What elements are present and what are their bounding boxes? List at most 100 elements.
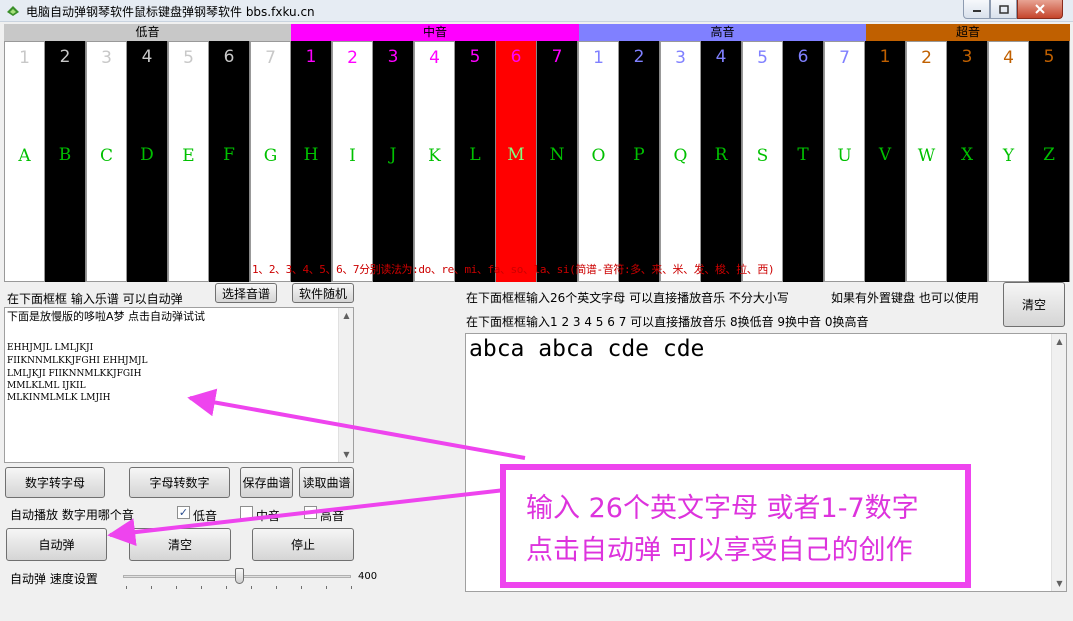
- piano-key-b[interactable]: 2B: [45, 41, 86, 282]
- high-checkbox[interactable]: [304, 506, 317, 519]
- load-score-button[interactable]: 读取曲谱: [299, 467, 354, 498]
- key-number: 2: [59, 47, 71, 67]
- piano-key-t[interactable]: 6T: [783, 41, 824, 282]
- app-icon: [7, 6, 19, 16]
- piano-key-r[interactable]: 4R: [701, 41, 742, 282]
- key-number: 2: [633, 47, 645, 67]
- mid-checkbox[interactable]: [240, 506, 253, 519]
- piano-key-s[interactable]: 5S: [742, 41, 783, 282]
- num-to-letter-button[interactable]: 数字转字母: [5, 467, 105, 498]
- piano-key-z[interactable]: 5Z: [1029, 41, 1070, 282]
- section-label-super: 超音: [866, 24, 1070, 41]
- key-letter: U: [837, 146, 852, 166]
- solfege-note: 1、2、3、4、5、6、7分别读法为:do、re、mi、fa、so、la、si(…: [252, 263, 775, 276]
- stop-button[interactable]: 停止: [252, 528, 354, 561]
- piano-key-j[interactable]: 3J: [373, 41, 414, 282]
- score-editor[interactable]: 下面是放慢版的哆啦A梦 点击自动弹试试 EHHJMJL LMLJKJI FIIK…: [4, 307, 354, 463]
- piano-key-w[interactable]: 2W: [906, 41, 947, 282]
- editor-line: LMLJKJI FIIKNNMLKKJFGIH: [7, 369, 142, 379]
- piano-key-y[interactable]: 4Y: [988, 41, 1029, 282]
- slider-tick: [151, 586, 152, 589]
- key-letter: D: [140, 145, 154, 165]
- piano-key-o[interactable]: 1O: [578, 41, 619, 282]
- maximize-button[interactable]: [990, 0, 1017, 19]
- scroll-up-icon[interactable]: ▲: [1052, 334, 1067, 349]
- piano-key-g[interactable]: 7G: [250, 41, 291, 282]
- slider-tick: [326, 586, 327, 589]
- piano-key-q[interactable]: 3Q: [660, 41, 701, 282]
- minimize-button[interactable]: [963, 0, 990, 19]
- key-letter: C: [99, 146, 113, 166]
- key-number: 5: [757, 48, 768, 68]
- live-editor-scrollbar[interactable]: ▲ ▼: [1051, 334, 1066, 591]
- piano-key-f[interactable]: 6F: [209, 41, 250, 282]
- key-letter: X: [960, 145, 974, 165]
- close-icon: [1035, 4, 1045, 14]
- key-number: 1: [593, 48, 604, 68]
- key-letter: P: [633, 145, 645, 165]
- scroll-up-icon[interactable]: ▲: [339, 308, 354, 323]
- editor-line: MMLKLML IJKIL: [7, 381, 86, 391]
- live-input-text: abca abca cde cde: [469, 336, 705, 362]
- autoplay-note-label: 自动播放 数字用哪个音: [10, 508, 134, 522]
- number-hint: 在下面框框输入1 2 3 4 5 6 7 可以直接播放音乐 8换低音 9换中音 …: [466, 315, 869, 329]
- editor-scrollbar[interactable]: ▲ ▼: [338, 308, 353, 462]
- key-number: 1: [305, 47, 317, 67]
- piano-key-a[interactable]: 1A: [4, 41, 45, 282]
- low-checkbox-label: 低音: [193, 509, 218, 523]
- piano-key-n[interactable]: 7N: [537, 41, 578, 282]
- external-keyboard-hint: 如果有外置键盘 也可以使用: [831, 291, 979, 305]
- piano-key-i[interactable]: 2I: [332, 41, 373, 282]
- piano-key-p[interactable]: 2P: [619, 41, 660, 282]
- speed-slider-thumb[interactable]: [235, 568, 245, 584]
- select-score-button[interactable]: 选择音谱: [215, 283, 277, 303]
- scroll-down-icon[interactable]: ▼: [339, 447, 354, 462]
- slider-tick: [301, 586, 302, 589]
- clear-right-button[interactable]: 清空: [1003, 282, 1065, 327]
- callout-line-2: 点击自动弹 可以享受自己的创作: [526, 535, 913, 566]
- piano-key-k[interactable]: 4K: [414, 41, 455, 282]
- piano-key-h[interactable]: 1H: [291, 41, 332, 282]
- piano-key-c[interactable]: 3C: [86, 41, 127, 282]
- key-letter: S: [756, 146, 769, 166]
- close-button[interactable]: [1017, 0, 1063, 19]
- random-button[interactable]: 软件随机: [292, 283, 354, 303]
- high-checkbox-label: 高音: [320, 509, 345, 523]
- speed-label: 自动弹 速度设置: [10, 572, 98, 586]
- low-checkbox[interactable]: ✓: [177, 506, 190, 519]
- key-letter: B: [58, 145, 72, 165]
- key-number: 3: [101, 48, 112, 68]
- slider-tick: [276, 586, 277, 589]
- speed-value: 400: [358, 571, 378, 582]
- key-letter: W: [917, 146, 936, 166]
- piano-key-l[interactable]: 5L: [455, 41, 496, 282]
- scroll-down-icon[interactable]: ▼: [1052, 576, 1067, 591]
- key-number: 1: [19, 48, 30, 68]
- key-number: 7: [839, 48, 850, 68]
- key-number: 3: [675, 48, 686, 68]
- key-letter: I: [349, 146, 356, 166]
- key-letter: T: [797, 145, 809, 165]
- key-letter: Y: [1002, 146, 1015, 166]
- key-letter: H: [303, 145, 319, 165]
- key-number: 5: [469, 47, 481, 67]
- key-letter: V: [878, 145, 892, 165]
- piano-key-x[interactable]: 3X: [947, 41, 988, 282]
- window-title: 电脑自动弹钢琴软件鼠标键盘弹钢琴软件 bbs.fxku.cn: [26, 5, 315, 19]
- piano-key-v[interactable]: 1V: [865, 41, 906, 282]
- clear-left-button[interactable]: 清空: [129, 528, 231, 561]
- title-bar: 电脑自动弹钢琴软件鼠标键盘弹钢琴软件 bbs.fxku.cn: [0, 0, 1073, 22]
- key-number: 4: [715, 47, 727, 67]
- piano-key-m[interactable]: 6M: [496, 41, 537, 282]
- left-input-hint: 在下面框框 输入乐谱 可以自动弹: [7, 292, 183, 306]
- mid-checkbox-label: 中音: [256, 509, 281, 523]
- letter-hint: 在下面框框输入26个英文字母 可以直接播放音乐 不分大小写: [466, 291, 789, 305]
- slider-tick: [251, 586, 252, 589]
- piano-key-e[interactable]: 5E: [168, 41, 209, 282]
- save-score-button[interactable]: 保存曲谱: [240, 467, 293, 498]
- key-letter: G: [263, 146, 278, 166]
- letter-to-num-button[interactable]: 字母转数字: [129, 467, 230, 498]
- piano-key-d[interactable]: 4D: [127, 41, 168, 282]
- piano-key-u[interactable]: 7U: [824, 41, 865, 282]
- autoplay-button[interactable]: 自动弹: [6, 528, 107, 561]
